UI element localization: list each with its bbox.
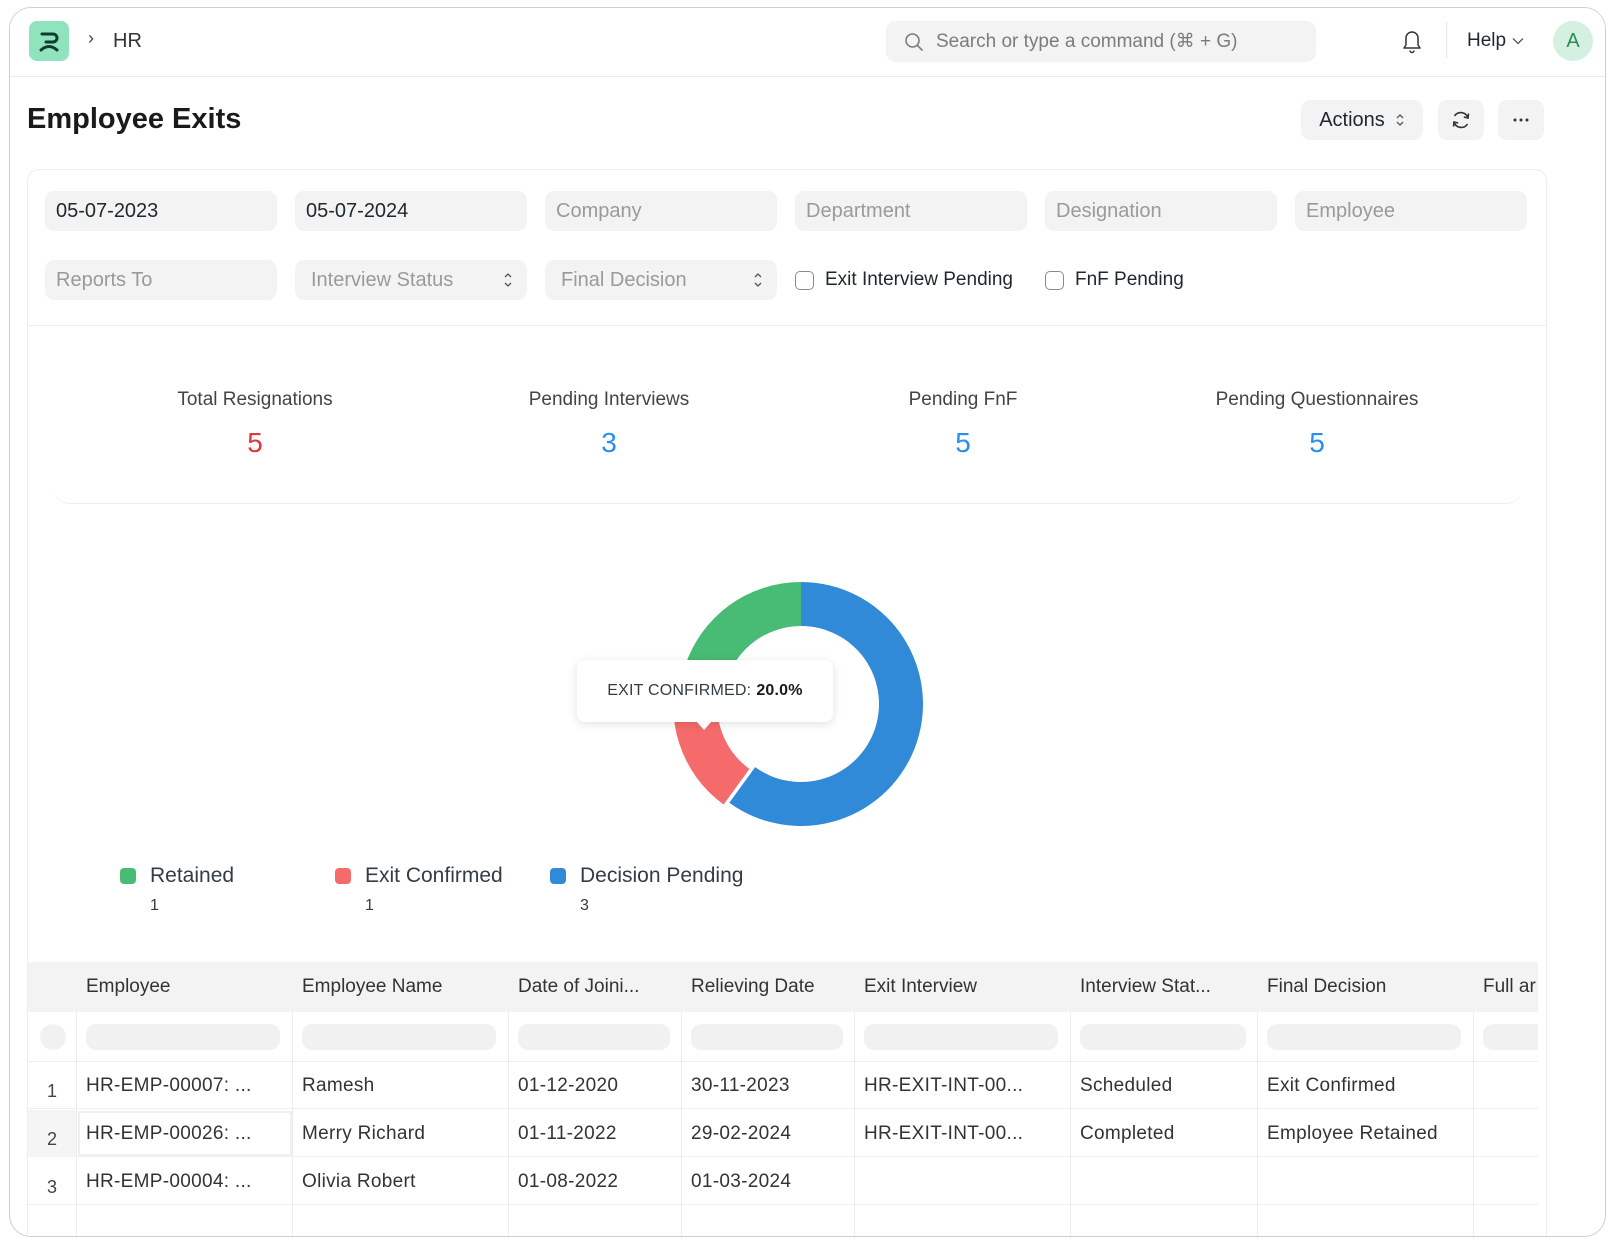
cell-employee-name[interactable]: Ramesh	[302, 1062, 502, 1109]
breadcrumb-chevron-icon: ›	[88, 28, 94, 48]
cell-employee[interactable]: HR-EMP-00007: ...	[86, 1062, 286, 1109]
cell-employee-name[interactable]: Olivia Robert	[302, 1158, 502, 1205]
cell-employee[interactable]: HR-EMP-00026: ...	[86, 1110, 286, 1157]
logo-icon	[39, 32, 59, 52]
table-header: Employee Employee Name Date of Joini... …	[28, 962, 1538, 1012]
legend-swatch	[120, 868, 136, 884]
chevron-down-icon	[1512, 38, 1524, 45]
cell-final-decision[interactable]	[1267, 1158, 1467, 1205]
navbar: › HR Search or type a command (⌘ + G) He…	[10, 8, 1605, 77]
table-row[interactable]: 3 HR-EMP-00004: ... Olivia Robert 01-08-…	[28, 1158, 1538, 1205]
tooltip-label: EXIT CONFIRMED:	[607, 682, 752, 699]
chart-tooltip: EXIT CONFIRMED: 20.0%	[577, 660, 833, 730]
table-row[interactable]: 1 HR-EMP-00007: ... Ramesh 01-12-2020 30…	[28, 1062, 1538, 1109]
column-divider	[854, 1012, 855, 1236]
notifications-button[interactable]	[1400, 28, 1424, 59]
refresh-icon	[1452, 111, 1470, 129]
column-divider	[76, 1012, 77, 1236]
column-divider	[1257, 1012, 1258, 1236]
column-divider	[1473, 1012, 1474, 1236]
legend-item-decision-pending[interactable]: Decision Pending 3	[550, 864, 743, 915]
column-header[interactable]: Employee	[86, 962, 286, 1012]
cell-interview-status[interactable]: Scheduled	[1080, 1062, 1250, 1109]
refresh-button[interactable]	[1438, 100, 1484, 140]
column-header[interactable]: Employee Name	[302, 962, 502, 1012]
cell-relieving-date[interactable]: 01-03-2024	[691, 1158, 851, 1205]
select-all-filter[interactable]	[40, 1024, 66, 1050]
cell-interview-status[interactable]	[1080, 1158, 1250, 1205]
legend-label: Retained	[150, 864, 235, 887]
more-options-button[interactable]	[1498, 100, 1544, 140]
column-filter-input[interactable]	[302, 1024, 496, 1050]
column-filter-input[interactable]	[86, 1024, 280, 1050]
cell-employee[interactable]: HR-EMP-00004: ...	[86, 1158, 286, 1205]
cell-exit-interview[interactable]: HR-EXIT-INT-00...	[864, 1110, 1064, 1157]
search-input[interactable]: Search or type a command (⌘ + G)	[886, 21, 1316, 62]
legend-label: Exit Confirmed	[365, 864, 503, 887]
app-window: › HR Search or type a command (⌘ + G) He…	[9, 7, 1606, 1237]
cell-final-decision[interactable]: Employee Retained	[1267, 1110, 1467, 1157]
column-divider	[292, 1012, 293, 1236]
table-row[interactable]: 2 HR-EMP-00026: ... Merry Richard 01-11-…	[28, 1110, 1538, 1157]
bell-icon	[1403, 31, 1421, 54]
legend-swatch	[550, 868, 566, 884]
legend-item-exit-confirmed[interactable]: Exit Confirmed 1	[335, 864, 503, 915]
cell-fnf[interactable]	[1483, 1110, 1538, 1157]
row-number: 3	[46, 1177, 57, 1197]
column-header[interactable]: Exit Interview	[864, 962, 1064, 1012]
column-filter-input[interactable]	[1267, 1024, 1461, 1050]
column-filter-input[interactable]	[691, 1024, 843, 1050]
legend-value: 1	[150, 897, 159, 914]
legend-item-retained[interactable]: Retained 1	[120, 864, 234, 915]
column-header[interactable]: Interview Stat...	[1080, 962, 1250, 1012]
column-header[interactable]: Full ar	[1483, 962, 1538, 1012]
exit-status-donut-chart	[673, 582, 923, 826]
page-title: Employee Exits	[27, 103, 242, 135]
tooltip-arrow	[696, 721, 712, 730]
cell-exit-interview[interactable]	[864, 1158, 1064, 1205]
actions-label: Actions	[1319, 108, 1385, 131]
cell-date-of-joining[interactable]: 01-11-2022	[518, 1110, 678, 1157]
cell-relieving-date[interactable]: 30-11-2023	[691, 1062, 851, 1109]
help-dropdown[interactable]: Help	[1467, 30, 1524, 52]
app-logo[interactable]	[29, 21, 69, 61]
column-divider	[681, 1012, 682, 1236]
row-number: 2	[28, 1110, 76, 1157]
actions-button[interactable]: Actions	[1301, 100, 1423, 140]
column-divider	[508, 1012, 509, 1236]
column-filter-input[interactable]	[518, 1024, 670, 1050]
cell-fnf[interactable]	[1483, 1158, 1538, 1205]
column-header[interactable]: Date of Joini...	[518, 962, 678, 1012]
column-header[interactable]: Final Decision	[1267, 962, 1467, 1012]
cell-final-decision[interactable]: Exit Confirmed	[1267, 1062, 1467, 1109]
legend-value: 3	[580, 897, 589, 914]
legend-value: 1	[365, 897, 374, 914]
column-filter-input[interactable]	[864, 1024, 1058, 1050]
search-icon	[905, 32, 923, 51]
cell-employee-name[interactable]: Merry Richard	[302, 1110, 502, 1157]
legend-label: Decision Pending	[580, 864, 744, 887]
cell-fnf[interactable]	[1483, 1062, 1538, 1109]
breadcrumb-hr[interactable]: HR	[113, 30, 142, 53]
select-arrows-icon	[1396, 114, 1404, 126]
ellipsis-icon	[1513, 118, 1529, 122]
column-header[interactable]: Relieving Date	[691, 962, 851, 1012]
search-placeholder: Search or type a command (⌘ + G)	[936, 31, 1238, 52]
cell-interview-status[interactable]: Completed	[1080, 1110, 1250, 1157]
cell-relieving-date[interactable]: 29-02-2024	[691, 1110, 851, 1157]
legend-swatch	[335, 868, 351, 884]
avatar[interactable]: A	[1553, 21, 1593, 61]
navbar-divider	[1446, 22, 1447, 58]
help-label: Help	[1467, 30, 1507, 51]
column-filter-input[interactable]	[1483, 1024, 1538, 1050]
column-filter-input[interactable]	[1080, 1024, 1246, 1050]
cell-exit-interview[interactable]: HR-EXIT-INT-00...	[864, 1062, 1064, 1109]
cell-date-of-joining[interactable]: 01-08-2022	[518, 1158, 678, 1205]
cell-date-of-joining[interactable]: 01-12-2020	[518, 1062, 678, 1109]
column-divider	[1070, 1012, 1071, 1236]
row-number: 1	[46, 1081, 57, 1101]
report-card: 05-07-2023 05-07-2024 Company Department…	[27, 169, 1547, 1236]
column-filter-row	[28, 1012, 1538, 1062]
tooltip-value: 20.0%	[756, 682, 803, 699]
